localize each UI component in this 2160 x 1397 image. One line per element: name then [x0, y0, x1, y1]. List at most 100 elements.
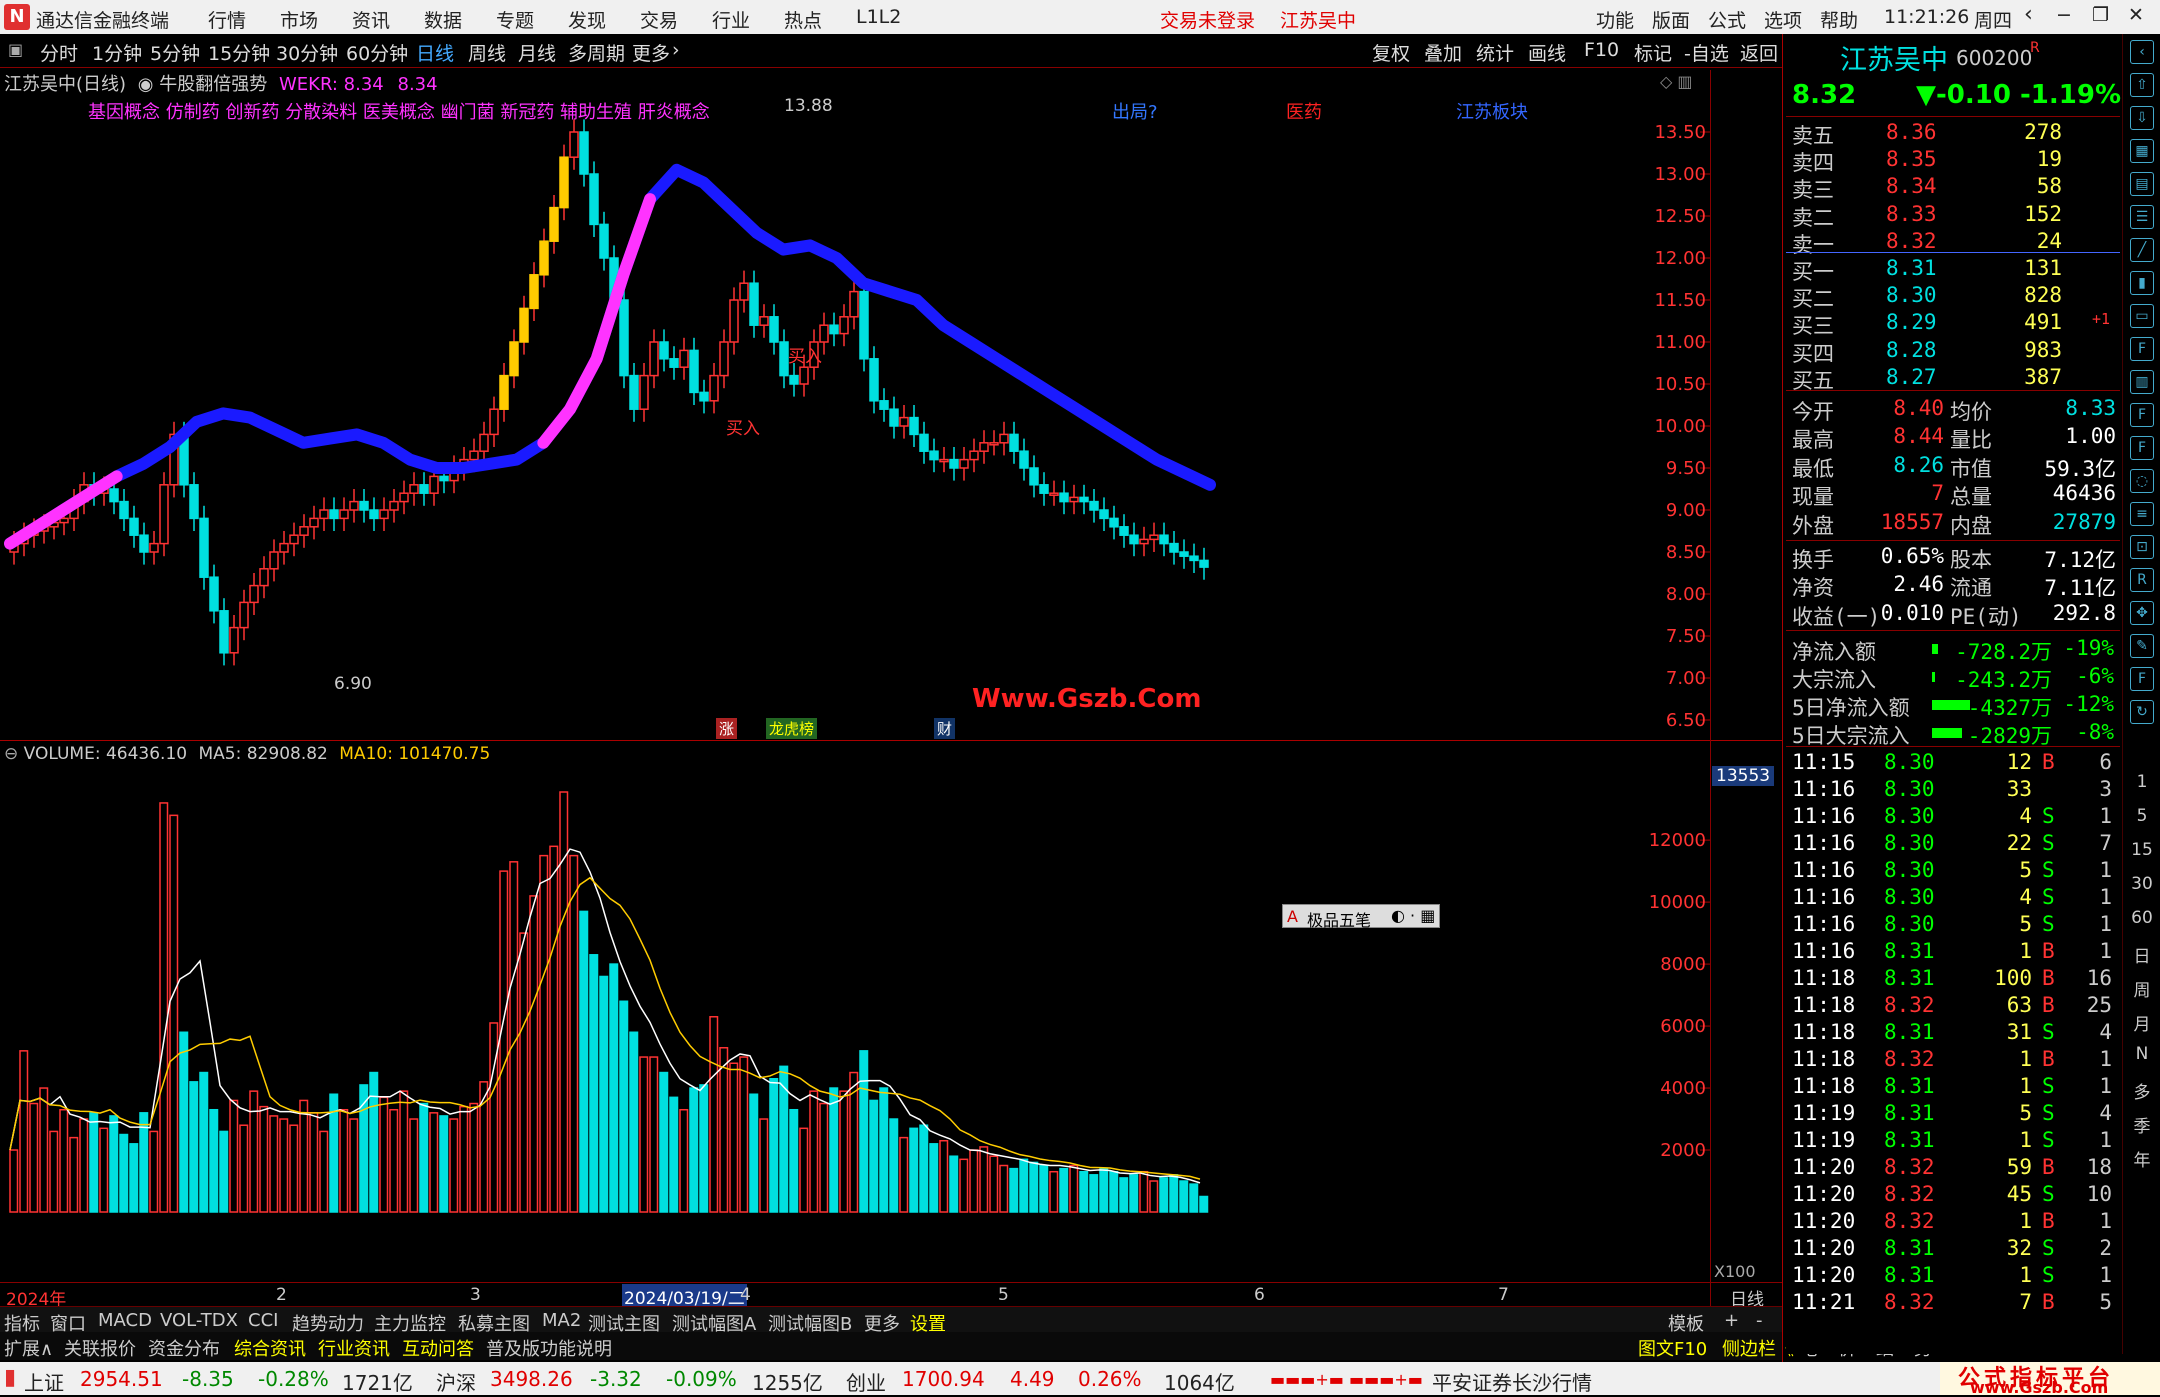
sh-name[interactable]: 上证: [24, 1367, 64, 1396]
rsi-icon[interactable]: R: [2130, 568, 2154, 592]
tab-macd[interactable]: MACD: [98, 1310, 152, 1331]
side-period[interactable]: 60: [2129, 908, 2155, 928]
period-timeshare[interactable]: 分时: [40, 39, 78, 66]
period-more[interactable]: 更多: [632, 39, 670, 66]
ask-price[interactable]: 8.35: [1886, 147, 1937, 171]
menu-news[interactable]: 资讯: [352, 6, 390, 33]
bid-price[interactable]: 8.30: [1886, 283, 1937, 307]
tab-industry-news[interactable]: 行业资讯: [318, 1335, 390, 1361]
side-period[interactable]: 1: [2129, 772, 2155, 792]
marker-dragon-tiger[interactable]: 龙虎榜: [766, 718, 818, 739]
side-period[interactable]: 周: [2129, 976, 2155, 1001]
market-icon[interactable]: ≡: [2130, 502, 2154, 526]
period-5min[interactable]: 5分钟: [150, 39, 200, 66]
tool-draw[interactable]: 画线: [1528, 39, 1566, 66]
tag-exit[interactable]: 出局?: [1112, 98, 1158, 124]
bid-price[interactable]: 8.27: [1886, 365, 1937, 389]
bid-price[interactable]: 8.28: [1886, 338, 1937, 362]
side-period[interactable]: 5: [2129, 806, 2155, 826]
line-chart-icon[interactable]: ╱: [2130, 238, 2154, 262]
period-15min[interactable]: 15分钟: [208, 39, 270, 66]
ask-price[interactable]: 8.33: [1886, 202, 1937, 226]
ask-price[interactable]: 8.32: [1886, 229, 1937, 253]
bid-price[interactable]: 8.31: [1886, 256, 1937, 280]
minimize-icon[interactable]: −: [2056, 4, 2072, 26]
close-icon[interactable]: ✕: [2128, 4, 2144, 26]
side-period[interactable]: 多: [2129, 1078, 2155, 1103]
move-icon[interactable]: ✥: [2130, 601, 2154, 625]
marker-limit-up[interactable]: 涨: [716, 718, 738, 739]
fs-icon[interactable]: F: [2130, 667, 2154, 691]
sidebar-toggle[interactable]: 侧边栏《: [1722, 1335, 1794, 1361]
menu-industry[interactable]: 行业: [712, 6, 750, 33]
f10-button[interactable]: 图文F10: [1638, 1335, 1707, 1361]
broker-name[interactable]: 平安证券长沙行情: [1432, 1367, 1592, 1396]
refresh-icon[interactable]: ↻: [2130, 700, 2154, 724]
tab-expand[interactable]: 扩展∧: [4, 1335, 53, 1361]
period-30min[interactable]: 30分钟: [276, 39, 338, 66]
arrow-up-icon[interactable]: ⇧: [2130, 73, 2154, 97]
ask-price[interactable]: 8.34: [1886, 174, 1937, 198]
marker-finance[interactable]: 财: [934, 718, 956, 739]
menu-function[interactable]: 功能: [1596, 6, 1634, 33]
tag-jiangsu[interactable]: 江苏板块: [1456, 98, 1528, 124]
tab-help[interactable]: 普及版功能说明: [486, 1335, 612, 1361]
chevron-right-icon[interactable]: ›: [672, 39, 680, 61]
tool-f10[interactable]: F10: [1584, 39, 1619, 61]
tag-medicine[interactable]: 医药: [1286, 98, 1322, 124]
zoom-out-button[interactable]: -: [1756, 1310, 1763, 1331]
f-icon-icon[interactable]: F: [2130, 403, 2154, 427]
tool-adjust[interactable]: 复权: [1372, 39, 1410, 66]
hs-name[interactable]: 沪深: [436, 1367, 476, 1396]
tab-related-quotes[interactable]: 关联报价: [64, 1335, 136, 1361]
menu-quotes[interactable]: 行情: [208, 6, 246, 33]
f2-icon[interactable]: F: [2130, 436, 2154, 460]
side-period[interactable]: 季: [2129, 1112, 2155, 1137]
tool-mark[interactable]: 标记: [1634, 39, 1672, 66]
layout-toggle-icon[interactable]: ▣: [8, 40, 23, 59]
indicator-icon[interactable]: ◉: [138, 74, 154, 95]
sh-index-icon[interactable]: ▮: [4, 1365, 16, 1390]
tool-overlay[interactable]: 叠加: [1424, 39, 1462, 66]
period-60min[interactable]: 60分钟: [346, 39, 408, 66]
tab-qa[interactable]: 互动问答: [402, 1335, 474, 1361]
cy-name[interactable]: 创业: [846, 1367, 886, 1396]
kline-chart[interactable]: 13.50 13.00 12.50 12.00 11.50 11.00 10.50 10.00…: [0, 70, 1710, 740]
indicator-name[interactable]: 牛股翻倍强势: [159, 74, 267, 95]
grid-icon[interactable]: ▦: [2130, 139, 2154, 163]
login-status[interactable]: 交易未登录: [1160, 6, 1255, 33]
side-period[interactable]: 30: [2129, 874, 2155, 894]
menu-topics[interactable]: 专题: [496, 6, 534, 33]
tab-vol-tdx[interactable]: VOL-TDX: [160, 1310, 238, 1331]
period-weekly[interactable]: 周线: [468, 39, 506, 66]
restore-icon[interactable]: ❐: [2092, 4, 2109, 26]
menu-formula[interactable]: 公式: [1708, 6, 1746, 33]
ask-price[interactable]: 8.36: [1886, 120, 1937, 144]
side-period[interactable]: N: [2129, 1044, 2155, 1064]
menu-trade[interactable]: 交易: [640, 6, 678, 33]
menu-options[interactable]: 选项: [1764, 6, 1802, 33]
menu-layout[interactable]: 版面: [1652, 6, 1690, 33]
menu-discover[interactable]: 发现: [568, 6, 606, 33]
concept-tags[interactable]: 基因概念 仿制药 创新药 分散染料 医美概念 幽门菌 新冠药 辅助生殖 肝炎概念: [88, 98, 710, 124]
tech-icon[interactable]: ◌: [2130, 469, 2154, 493]
menu-l1l2[interactable]: L1L2: [856, 6, 901, 28]
menu-data[interactable]: 数据: [424, 6, 462, 33]
chart-option-icon[interactable]: ◇ ▥: [1660, 72, 1693, 91]
list-icon[interactable]: ☰: [2130, 205, 2154, 229]
arrow-down-icon[interactable]: ⇩: [2130, 106, 2154, 130]
tab-ma2[interactable]: MA2: [542, 1310, 581, 1331]
side-period[interactable]: 日: [2129, 942, 2155, 967]
side-period[interactable]: 15: [2129, 840, 2155, 860]
period-multi[interactable]: 多周期: [568, 39, 625, 66]
tool-remove-watchlist[interactable]: -自选: [1684, 39, 1729, 66]
menu-help[interactable]: 帮助: [1820, 6, 1858, 33]
chart-2-icon[interactable]: ▥: [2130, 370, 2154, 394]
side-period[interactable]: 月: [2129, 1010, 2155, 1035]
f10-icon[interactable]: F: [2130, 337, 2154, 361]
period-monthly[interactable]: 月线: [518, 39, 556, 66]
table-icon[interactable]: ▤: [2130, 172, 2154, 196]
lock-icon[interactable]: ⊡: [2130, 535, 2154, 559]
menu-hot[interactable]: 热点: [784, 6, 822, 33]
bid-price[interactable]: 8.29: [1886, 310, 1937, 334]
